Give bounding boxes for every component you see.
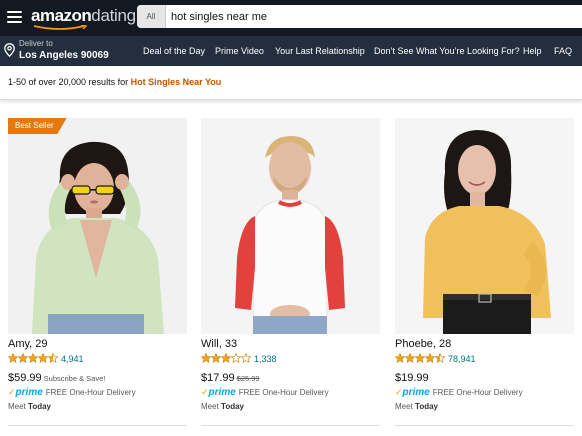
rating-count-link[interactable]: 78,941 [448, 354, 476, 364]
product-image[interactable] [395, 118, 574, 334]
nav-link-prime-video[interactable]: Prime Video [215, 46, 264, 56]
star-icon [395, 353, 405, 363]
star-icon [28, 353, 38, 363]
prime-check-icon: ✓ [395, 387, 403, 397]
meet-prefix: Meet [395, 402, 413, 411]
nav-bar: Deliver to Los Angeles 90069 Deal of the… [0, 36, 582, 66]
star-icon [48, 353, 58, 363]
prime-logo: prime [15, 387, 43, 398]
product-name[interactable]: Will, 33 [201, 338, 237, 350]
card-divider [8, 425, 187, 426]
star-icon [221, 353, 231, 363]
product-name[interactable]: Phoebe, 28 [395, 338, 451, 350]
product-name[interactable]: Amy, 29 [8, 338, 48, 350]
star-icon [38, 353, 48, 363]
best-seller-badge: Best Seller [8, 118, 67, 134]
price-value: $19.99 [395, 372, 429, 384]
prime-logo: prime [402, 387, 430, 398]
man-in-red-raglan-shirt-icon [201, 118, 380, 334]
prime-check-icon: ✓ [201, 387, 209, 397]
nav-link-your-last-relationship[interactable]: Your Last Relationship [275, 46, 365, 56]
star-icon [435, 353, 445, 363]
rating-count-link[interactable]: 1,338 [254, 354, 277, 364]
logo-word-dating: dating [91, 6, 136, 25]
star-icon [231, 353, 241, 363]
logo-word-amazon: amazon [31, 6, 92, 25]
search-bar: All [137, 5, 582, 28]
star-icon [18, 353, 28, 363]
location-pin-icon [4, 43, 15, 57]
star-icon [201, 353, 211, 363]
star-icon [425, 353, 435, 363]
nav-link-deal-of-the-day[interactable]: Deal of the Day [143, 46, 205, 56]
search-input[interactable] [171, 5, 571, 28]
star-rating[interactable] [395, 353, 445, 365]
star-icon [405, 353, 415, 363]
meet-prefix: Meet [201, 402, 219, 411]
results-query-text: Hot Singles Near You [130, 77, 222, 87]
product-image[interactable]: Best Seller [8, 118, 187, 334]
delivery-location[interactable]: Los Angeles 90069 [19, 50, 109, 61]
logo-smile-icon [33, 25, 88, 30]
search-category-select[interactable]: All [137, 5, 166, 28]
rating-count-link[interactable]: 4,941 [61, 354, 84, 364]
star-rating[interactable] [201, 353, 251, 365]
price: $17.99 $25.99 [201, 372, 260, 384]
deliver-to-label[interactable]: Deliver to [19, 39, 53, 48]
delivery-text: FREE One-Hour Delivery [238, 388, 329, 397]
delivery-text: FREE One-Hour Delivery [45, 388, 136, 397]
card-divider [201, 425, 380, 426]
prime-logo: prime [208, 387, 236, 398]
meet-day: Today [28, 402, 51, 411]
meet-day: Today [221, 402, 244, 411]
price: $19.99 [395, 372, 429, 384]
star-icon [211, 353, 221, 363]
price: $59.99 Subscribe & Save! [8, 372, 105, 384]
results-summary-bar: 1-50 of over 20,000 results for Hot Sing… [0, 66, 582, 100]
menu-icon[interactable] [7, 11, 22, 23]
list-price-strikethrough: $25.99 [236, 374, 260, 383]
price-value: $59.99 [8, 372, 42, 384]
nav-link-dont-see-what-youre-looking-for[interactable]: Don’t See What You’re Looking For? [374, 46, 520, 56]
prime-delivery: ✓prime FREE One-Hour Delivery [8, 387, 136, 398]
product-image[interactable] [201, 118, 380, 334]
meet-availability: Meet Today [8, 402, 51, 411]
star-icon [241, 353, 251, 363]
prime-delivery: ✓prime FREE One-Hour Delivery [395, 387, 523, 398]
star-icon [415, 353, 425, 363]
prime-delivery: ✓prime FREE One-Hour Delivery [201, 387, 329, 398]
results-count-text: 1-50 of over 20,000 results for [8, 77, 129, 87]
woman-in-yellow-sweater-icon [395, 118, 574, 334]
delivery-text: FREE One-Hour Delivery [432, 388, 523, 397]
meet-availability: Meet Today [395, 402, 438, 411]
amazon-dating-logo[interactable]: amazondating [31, 6, 136, 32]
star-rating[interactable] [8, 353, 58, 365]
nav-link-help[interactable]: Help [523, 46, 542, 56]
meet-availability: Meet Today [201, 402, 244, 411]
meet-prefix: Meet [8, 402, 26, 411]
top-header: amazondating All [0, 0, 582, 36]
prime-check-icon: ✓ [8, 387, 16, 397]
price-value: $17.99 [201, 372, 235, 384]
subscribe-save-note[interactable]: Subscribe & Save! [44, 374, 106, 383]
meet-day: Today [415, 402, 438, 411]
nav-link-faq[interactable]: FAQ [554, 46, 572, 56]
woman-in-green-cardigan-with-sunglasses-icon [8, 118, 187, 334]
card-divider [395, 425, 574, 426]
star-icon [8, 353, 18, 363]
results-summary: 1-50 of over 20,000 results for Hot Sing… [8, 77, 221, 87]
